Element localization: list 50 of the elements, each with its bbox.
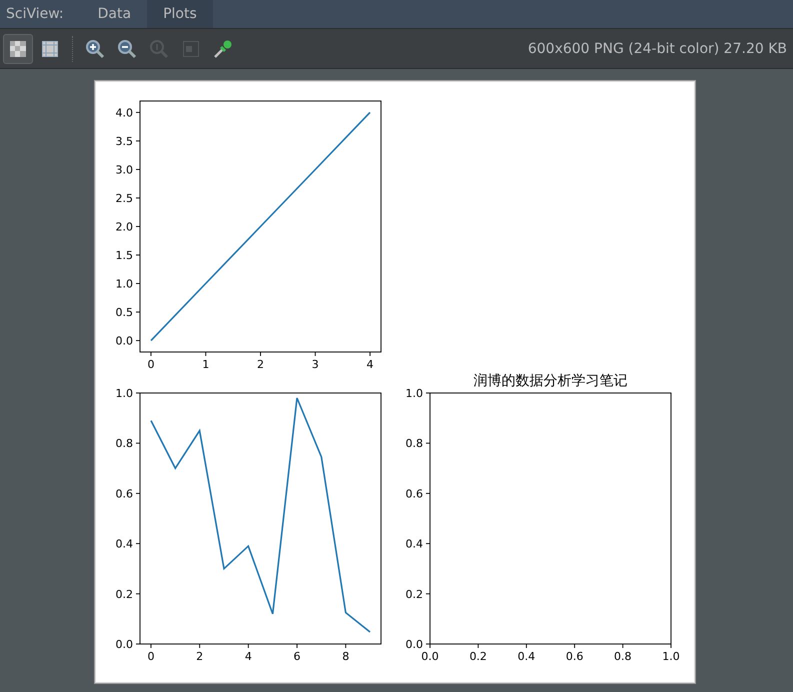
tab[interactable]: Data — [82, 0, 148, 28]
tick-label: 0.0 — [420, 650, 438, 663]
tick-label: 1.0 — [662, 650, 680, 663]
tick-label: 0.2 — [405, 588, 422, 601]
tick-label: 3 — [311, 358, 318, 371]
tab[interactable]: Plots — [147, 0, 213, 28]
tick-label: 0.6 — [115, 487, 132, 500]
zoom-out-icon — [117, 38, 137, 58]
plot-title: 润博的数据分析学习笔记 — [473, 373, 627, 389]
tick-label: 0.0 — [405, 638, 422, 651]
tick-label: 0.8 — [115, 437, 132, 450]
tick-label: 3.0 — [115, 163, 132, 176]
tick-label: 1 — [202, 358, 209, 371]
checkerboard-icon — [9, 40, 27, 58]
image-info: 600x600 PNG (24-bit color) 27.20 KB — [528, 40, 788, 56]
tick-label: 0.0 — [115, 334, 132, 348]
tick-label: 1.5 — [115, 249, 132, 262]
tick-label: 0.6 — [565, 650, 583, 663]
tick-label: 0.5 — [115, 306, 132, 320]
tick-label: 0.2 — [115, 588, 132, 601]
tick-label: 2.5 — [115, 192, 132, 205]
grid-icon — [41, 40, 59, 58]
tick-label: 0.4 — [517, 650, 535, 663]
tick-label: 8 — [342, 650, 349, 663]
eyedropper-icon — [213, 38, 233, 58]
viewer-label: SciView: — [5, 5, 65, 24]
tick-label: 4.0 — [115, 106, 132, 120]
tick-label: 2 — [196, 650, 203, 663]
zoom-in-icon — [85, 38, 105, 58]
tick-label: 4 — [366, 358, 374, 371]
tick-label: 0.4 — [405, 538, 422, 551]
fit-icon — [182, 40, 200, 58]
tick-label: 0.8 — [405, 437, 422, 450]
toolbar-button[interactable] — [3, 34, 33, 64]
tick-label: 0 — [146, 650, 154, 663]
tick-label: 0.8 — [614, 650, 632, 663]
tick-label: 0 — [146, 358, 154, 371]
tick-label: 1.0 — [405, 387, 422, 400]
tick-label: 2.0 — [115, 220, 132, 234]
tick-label: 3.5 — [115, 134, 132, 148]
tick-label: 0.0 — [115, 638, 132, 651]
tick-label: 4 — [244, 650, 252, 663]
magnifier-icon — [149, 38, 169, 58]
tick-label: 0.6 — [405, 487, 422, 500]
tick-label: 0.4 — [115, 538, 132, 551]
tick-label: 6 — [293, 650, 300, 663]
tick-label: 2 — [256, 358, 264, 371]
tick-label: 0.2 — [468, 650, 486, 663]
tick-label: 1.0 — [115, 387, 132, 400]
tick-label: 1.0 — [115, 278, 132, 291]
